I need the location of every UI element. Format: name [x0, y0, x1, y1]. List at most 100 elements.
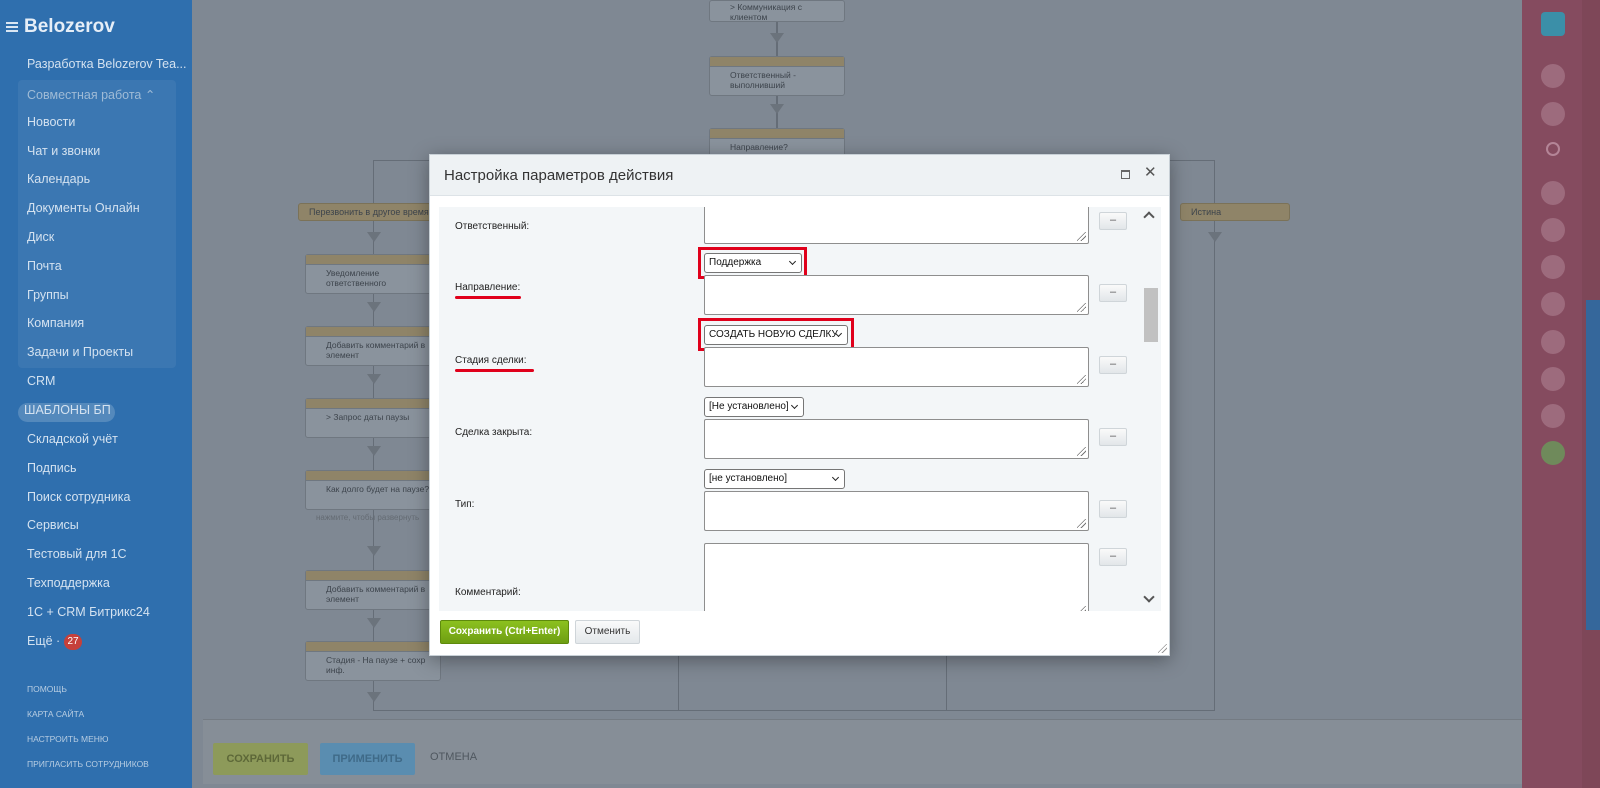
- resize-handle[interactable]: [1158, 644, 1167, 653]
- sidebar-item-groups[interactable]: Группы: [27, 288, 69, 302]
- flow-arrow: [367, 232, 381, 242]
- flow-arrow: [1208, 232, 1222, 242]
- deal-closed-field[interactable]: [704, 419, 1089, 459]
- remove-type-button[interactable]: –: [1099, 500, 1127, 518]
- deal-closed-select[interactable]: [Не установлено]: [704, 397, 804, 417]
- workflow-block-label: Как долго будет на паузе?: [326, 484, 430, 494]
- workflow-block[interactable]: Добавить комментарий в элемент: [305, 326, 441, 366]
- action-settings-dialog: Настройка параметров действия ✕ Ответств…: [429, 154, 1170, 656]
- sidebar-item-docs[interactable]: Документы Онлайн: [27, 201, 140, 215]
- avatar[interactable]: [1541, 218, 1565, 242]
- chevron-down-icon: [831, 473, 840, 482]
- avatar[interactable]: [1541, 441, 1565, 465]
- sidebar-item-search-employee[interactable]: Поиск сотрудника: [27, 490, 130, 504]
- flow-arrow: [367, 302, 381, 312]
- remove-direction-button[interactable]: –: [1099, 284, 1127, 302]
- workflow-block[interactable]: Уведомление ответственного: [305, 254, 441, 294]
- workflow-block-label: Добавить комментарий в элемент: [326, 340, 426, 360]
- sidebar-item-team[interactable]: Разработка Belozerov Tea...: [27, 57, 187, 71]
- sidebar-item-tasks[interactable]: Задачи и Проекты: [27, 345, 133, 359]
- workflow-block[interactable]: Добавить комментарий в элемент: [305, 570, 441, 610]
- sidebar-item-mail[interactable]: Почта: [27, 259, 62, 273]
- dialog-title: Настройка параметров действия: [444, 167, 674, 184]
- remove-comment-button[interactable]: –: [1099, 548, 1127, 566]
- sidebar-item-calendar[interactable]: Календарь: [27, 172, 90, 186]
- underline-mark: [455, 296, 521, 299]
- page-save-button[interactable]: СОХРАНИТЬ: [213, 743, 308, 775]
- sidebar-item-crm[interactable]: CRM: [27, 374, 55, 388]
- connector: [678, 656, 679, 710]
- remove-deal-closed-button[interactable]: –: [1099, 428, 1127, 446]
- sidebar-item-chat[interactable]: Чат и звонки: [27, 144, 100, 158]
- direction-label: Направление:: [455, 282, 521, 293]
- sidebar-item-company[interactable]: Компания: [27, 316, 84, 330]
- expand-hint[interactable]: нажмите, чтобы развернуть: [316, 513, 419, 522]
- remove-responsible-button[interactable]: –: [1099, 212, 1127, 230]
- responsible-field[interactable]: [704, 207, 1089, 244]
- footer-link-invite[interactable]: ПРИГЛАСИТЬ СОТРУДНИКОВ: [27, 759, 149, 769]
- workflow-block[interactable]: > Запрос даты паузы: [305, 398, 441, 438]
- branch-label-right[interactable]: Истина: [1180, 203, 1290, 221]
- branch-label-left[interactable]: Перезвонить в другое время: [298, 203, 434, 221]
- scroll-up-icon[interactable]: [1143, 211, 1155, 223]
- sidebar-item-support[interactable]: Техподдержка: [27, 576, 110, 590]
- page-apply-button[interactable]: ПРИМЕНИТЬ: [320, 743, 415, 775]
- deal-stage-field[interactable]: [704, 347, 1089, 387]
- time-icon[interactable]: [1541, 102, 1565, 126]
- underline-mark: [455, 369, 534, 372]
- avatar[interactable]: [1541, 404, 1565, 428]
- menu-icon[interactable]: [6, 22, 18, 32]
- sidebar-item-warehouse[interactable]: Складской учёт: [27, 432, 118, 446]
- workflow-block[interactable]: Как долго будет на паузе?: [305, 470, 441, 510]
- search-icon[interactable]: [1546, 142, 1560, 156]
- flow-arrow: [367, 546, 381, 556]
- avatar[interactable]: [1541, 367, 1565, 391]
- workflow-block[interactable]: > Коммуникация с клиентом: [709, 0, 845, 22]
- sidebar-item-collab[interactable]: Совместная работа ⌃: [27, 87, 155, 102]
- flow-arrow: [367, 446, 381, 456]
- type-label: Тип:: [455, 499, 475, 510]
- sidebar-item-test-1c[interactable]: Тестовый для 1С: [27, 547, 127, 561]
- page-scrollbar[interactable]: [1586, 300, 1600, 630]
- deal-stage-label: Стадия сделки:: [455, 355, 527, 366]
- sidebar-item-news[interactable]: Новости: [27, 115, 75, 129]
- comment-field[interactable]: [704, 543, 1089, 611]
- connector: [946, 656, 947, 710]
- scroll-down-icon[interactable]: [1143, 591, 1155, 603]
- footer-link-help[interactable]: ПОМОЩЬ: [27, 684, 67, 694]
- sidebar-item-more[interactable]: Ещё ·: [27, 634, 60, 648]
- workflow-block-label: > Коммуникация с клиентом: [730, 2, 802, 22]
- dialog-save-button[interactable]: Сохранить (Ctrl+Enter): [440, 620, 569, 644]
- footer-link-sitemap[interactable]: КАРТА САЙТА: [27, 709, 84, 719]
- workflow-block-label: > Запрос даты паузы: [326, 412, 410, 422]
- page-cancel-link[interactable]: ОТМЕНА: [430, 751, 477, 763]
- group-icon[interactable]: [1541, 292, 1565, 316]
- brand[interactable]: Belozerov: [6, 16, 115, 38]
- dialog-scrollbar[interactable]: [1141, 207, 1159, 611]
- avatar[interactable]: [1541, 255, 1565, 279]
- type-select-value: [не установлено]: [709, 473, 787, 484]
- remove-deal-stage-button[interactable]: –: [1099, 356, 1127, 374]
- sidebar-item-sign[interactable]: Подпись: [27, 461, 76, 475]
- dialog-header: Настройка параметров действия ✕: [430, 155, 1169, 196]
- sidebar-item-1c-crm[interactable]: 1С + CRM Битрикс24: [27, 605, 150, 619]
- chat-icon[interactable]: [1541, 181, 1565, 205]
- workflow-block-label: Уведомление ответственного: [326, 268, 387, 288]
- scroll-thumb[interactable]: [1144, 288, 1158, 342]
- notifications-icon[interactable]: [1541, 64, 1565, 88]
- close-icon[interactable]: ✕: [1144, 165, 1157, 181]
- maximize-icon[interactable]: [1121, 170, 1130, 179]
- footer-link-configure-menu[interactable]: НАСТРОИТЬ МЕНЮ: [27, 734, 108, 744]
- sidebar-item-services[interactable]: Сервисы: [27, 518, 79, 532]
- sidebar-item-disk[interactable]: Диск: [27, 230, 54, 244]
- flow-arrow: [770, 104, 784, 114]
- direction-field[interactable]: [704, 275, 1089, 315]
- workflow-block[interactable]: Стадия - На паузе + сохр инф.: [305, 641, 441, 681]
- dialog-cancel-button[interactable]: Отменить: [575, 620, 640, 644]
- workflow-block[interactable]: Ответственный - выполнивший: [709, 56, 845, 96]
- sidebar-item-templates[interactable]: ШАБЛОНЫ БП: [24, 403, 111, 417]
- help-icon[interactable]: [1541, 12, 1565, 36]
- type-field[interactable]: [704, 491, 1089, 531]
- type-select[interactable]: [не установлено]: [704, 469, 845, 489]
- avatar[interactable]: [1541, 330, 1565, 354]
